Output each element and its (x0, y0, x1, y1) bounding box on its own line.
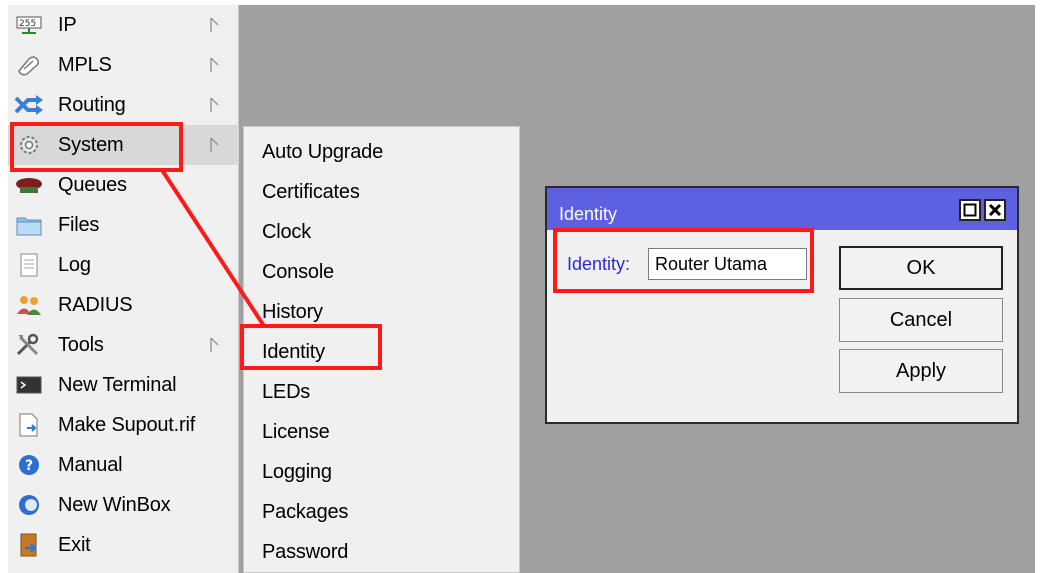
menu-item-routing[interactable]: Routing (8, 85, 239, 125)
highlight-system (10, 122, 183, 172)
menu-label: Tools (58, 333, 104, 356)
svg-text:255: 255 (19, 19, 36, 29)
close-icon (988, 203, 1002, 217)
submenu-arrow-icon (210, 57, 219, 72)
menu-label: Make Supout.rif (58, 413, 196, 436)
submenu-item-license[interactable]: License (244, 412, 514, 452)
winbox-window: 255 IP MPLS Routing System Queues Files … (0, 0, 1043, 573)
submenu-item-console[interactable]: Console (244, 252, 514, 292)
folder-icon (14, 213, 44, 237)
submenu-item-packages[interactable]: Packages (244, 492, 514, 532)
apply-button[interactable]: Apply (839, 349, 1003, 393)
routing-icon (14, 93, 44, 117)
submenu-item-logging[interactable]: Logging (244, 452, 514, 492)
menu-item-make-supout[interactable]: Make Supout.rif (8, 405, 239, 445)
menu-label: Exit (58, 533, 91, 556)
menu-item-mpls[interactable]: MPLS (8, 45, 239, 85)
help-icon: ? (14, 453, 44, 477)
submenu-item-auto-upgrade[interactable]: Auto Upgrade (244, 132, 514, 172)
ip-icon: 255 (14, 13, 44, 37)
maximize-icon (963, 203, 977, 217)
queues-icon (14, 173, 44, 197)
highlight-identity-menu (240, 324, 382, 370)
highlight-identity-field (553, 228, 814, 293)
cancel-button[interactable]: Cancel (839, 298, 1003, 342)
menu-label: Files (58, 213, 100, 236)
identity-dialog: Identity Identity: OK Cancel Apply (545, 186, 1019, 424)
menu-label: New Terminal (58, 373, 177, 396)
menu-label: RADIUS (58, 293, 133, 316)
tools-icon (14, 333, 44, 357)
menu-label: Queues (58, 173, 127, 196)
menu-label: IP (58, 13, 77, 36)
menu-label: New WinBox (58, 493, 171, 516)
menu-label: Manual (58, 453, 123, 476)
main-menu: 255 IP MPLS Routing System Queues Files … (8, 5, 239, 573)
menu-item-log[interactable]: Log (8, 245, 239, 285)
exit-icon (14, 533, 44, 557)
submenu-item-password[interactable]: Password (244, 532, 514, 572)
submenu-item-clock[interactable]: Clock (244, 212, 514, 252)
submenu-item-leds[interactable]: LEDs (244, 372, 514, 412)
menu-label: Log (58, 253, 91, 276)
document-icon (14, 413, 44, 437)
menu-label: MPLS (58, 53, 112, 76)
submenu-arrow-icon (210, 137, 219, 152)
submenu-arrow-icon (210, 17, 219, 32)
menu-item-new-terminal[interactable]: New Terminal (8, 365, 239, 405)
close-button[interactable] (984, 199, 1006, 221)
submenu-item-certificates[interactable]: Certificates (244, 172, 514, 212)
menu-item-ip[interactable]: 255 IP (8, 5, 239, 45)
dialog-title: Identity (559, 204, 618, 224)
submenu-arrow-icon (210, 97, 219, 112)
svg-text:?: ? (25, 458, 33, 474)
menu-item-manual[interactable]: ? Manual (8, 445, 239, 485)
ok-button[interactable]: OK (839, 246, 1003, 290)
submenu-arrow-icon (210, 337, 219, 352)
maximize-button[interactable] (959, 199, 981, 221)
menu-label: Routing (58, 93, 126, 116)
menu-item-new-winbox[interactable]: New WinBox (8, 485, 239, 525)
users-icon (14, 293, 44, 317)
mpls-icon (14, 53, 44, 77)
menu-item-files[interactable]: Files (8, 205, 239, 245)
menu-item-radius[interactable]: RADIUS (8, 285, 239, 325)
menu-item-exit[interactable]: Exit (8, 525, 239, 565)
terminal-icon (14, 373, 44, 397)
winbox-icon (14, 493, 44, 517)
menu-item-tools[interactable]: Tools (8, 325, 239, 365)
dialog-titlebar[interactable]: Identity (547, 188, 1017, 230)
log-icon (14, 253, 44, 277)
